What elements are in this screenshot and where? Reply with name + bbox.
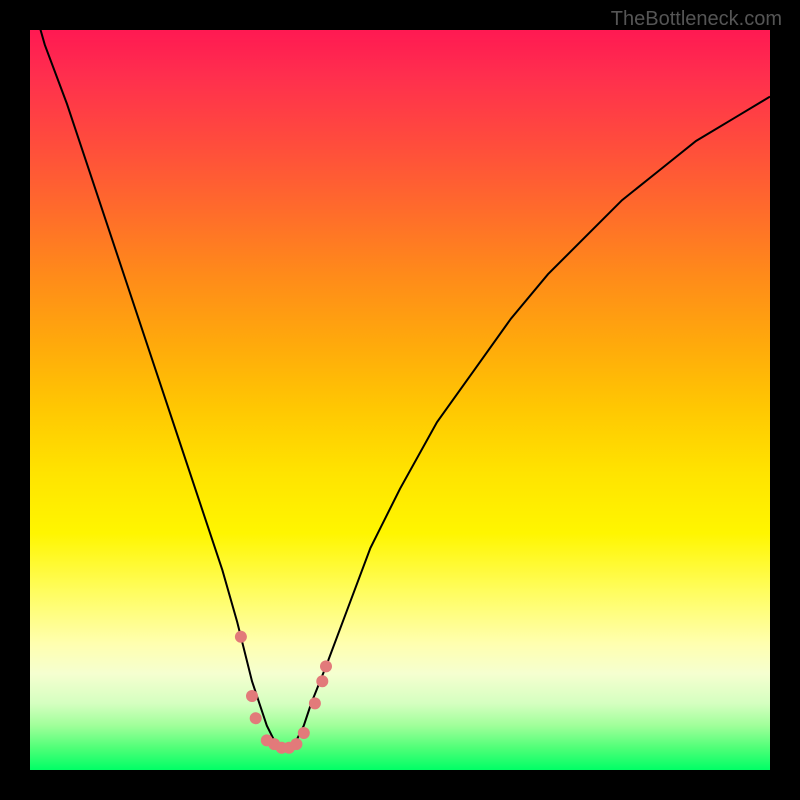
curve-marker — [298, 727, 310, 739]
curve-marker — [320, 660, 332, 672]
curve-marker — [235, 631, 247, 643]
curve-marker — [250, 712, 262, 724]
plot-area — [30, 30, 770, 770]
watermark-text: TheBottleneck.com — [611, 8, 782, 31]
curve-markers — [235, 631, 332, 754]
curve-marker — [290, 738, 302, 750]
curve-marker — [316, 675, 328, 687]
curve-marker — [309, 697, 321, 709]
curve-marker — [246, 690, 258, 702]
chart-svg — [30, 30, 770, 770]
bottleneck-curve-path — [30, 30, 770, 748]
